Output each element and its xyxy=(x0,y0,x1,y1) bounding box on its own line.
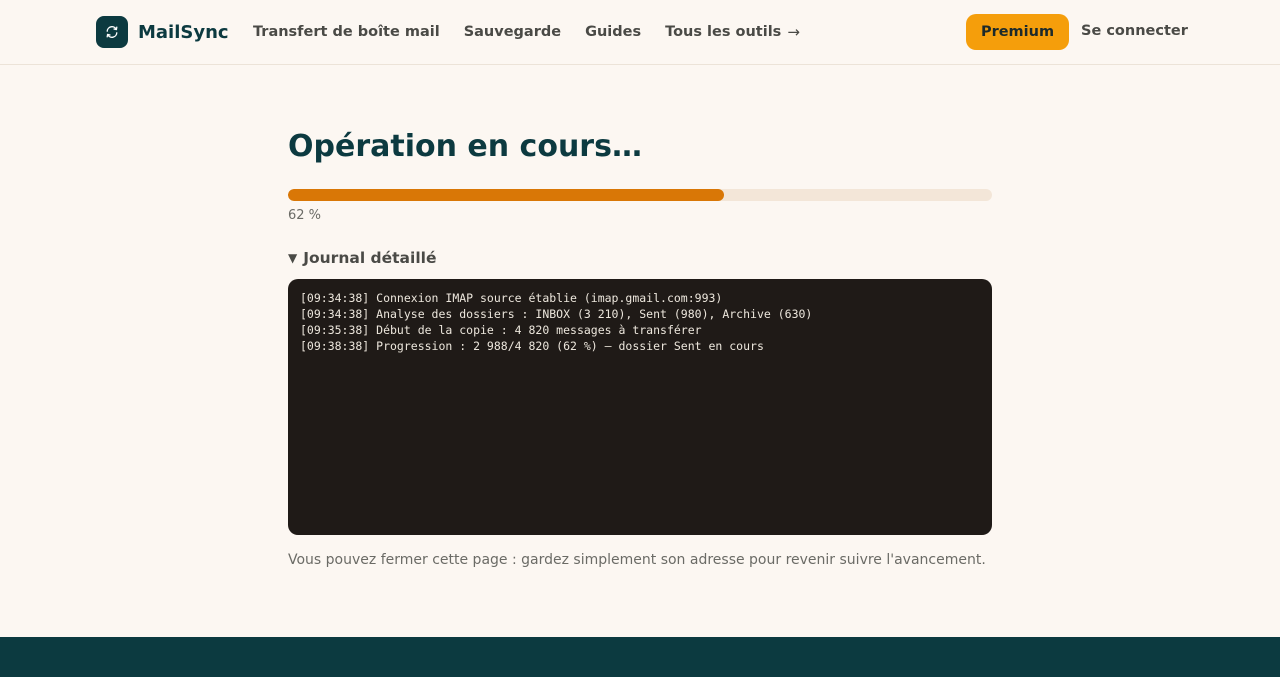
log-toggle[interactable]: ▼ Journal détaillé xyxy=(288,249,992,267)
progress-bar-fill xyxy=(288,189,725,201)
main-nav: Transfert de boîte mail Sauvegarde Guide… xyxy=(253,0,800,64)
brand-name: MailSync xyxy=(138,21,229,43)
brand-logo[interactable]: MailSync xyxy=(96,16,229,48)
nav-link-backup[interactable]: Sauvegarde xyxy=(464,24,561,40)
log-line: [09:35:38] Début de la copie : 4 820 mes… xyxy=(300,323,702,337)
progress-bar xyxy=(288,189,992,201)
page-title: Opération en cours… xyxy=(288,129,642,164)
triangle-down-icon: ▼ xyxy=(288,251,298,265)
info-note: Vous pouvez fermer cette page : gardez s… xyxy=(288,552,986,568)
nav-link-all-tools[interactable]: Tous les outils → xyxy=(665,23,800,41)
nav-link-mailbox-transfer[interactable]: Transfert de boîte mail xyxy=(253,24,440,40)
page-footer xyxy=(0,637,1280,677)
login-link[interactable]: Se connecter xyxy=(1081,23,1188,39)
log-console: [09:34:38] Connexion IMAP source établie… xyxy=(288,279,992,535)
premium-button[interactable]: Premium xyxy=(966,14,1069,50)
arrow-right-icon: → xyxy=(787,23,800,41)
operation-status-section: Opération en cours… 62 % ▼ Journal détai… xyxy=(288,128,992,568)
log-line: [09:38:38] Progression : 2 988/4 820 (62… xyxy=(300,339,764,353)
nav-link-all-tools-label: Tous les outils xyxy=(665,24,782,40)
progress-percentage: 62 % xyxy=(288,208,322,223)
top-navigation-bar: MailSync Transfert de boîte mail Sauvega… xyxy=(0,0,1280,65)
log-line: [09:34:38] Connexion IMAP source établie… xyxy=(300,291,723,305)
nav-link-guides[interactable]: Guides xyxy=(585,24,641,40)
log-toggle-label: Journal détaillé xyxy=(303,249,437,267)
sync-icon xyxy=(96,16,128,48)
log-line: [09:34:38] Analyse des dossiers : INBOX … xyxy=(300,307,813,321)
